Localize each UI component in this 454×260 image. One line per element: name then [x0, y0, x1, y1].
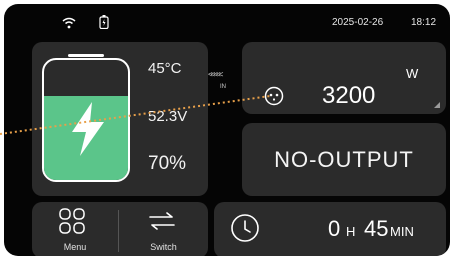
device-screen: 2025-02-26 18:12 45°C 52.3V 70% <<<<< IN: [0, 0, 454, 260]
timer-hours-value: 0: [328, 216, 341, 241]
input-power-value: 3200: [322, 82, 376, 109]
output-panel[interactable]: NO-OUTPUT: [242, 123, 446, 196]
input-power-unit: W: [406, 66, 419, 81]
menu-button[interactable]: Menu: [32, 202, 118, 256]
panel-corner-indicator: [434, 102, 440, 108]
clock-icon: [231, 214, 259, 242]
timer-minutes-value: 45: [364, 216, 389, 241]
input-power-panel[interactable]: 3200 W: [242, 42, 446, 114]
output-status: NO-OUTPUT: [274, 147, 414, 172]
wifi-icon: [62, 17, 76, 29]
status-date: 2025-02-26: [332, 17, 384, 28]
battery-gauge: [42, 58, 130, 182]
battery-percentage: 70%: [148, 153, 187, 174]
timer-hours-unit: H: [346, 224, 356, 239]
display-bezel: 2025-02-26 18:12 45°C 52.3V 70% <<<<< IN: [4, 4, 450, 256]
switch-button[interactable]: Switch: [119, 202, 208, 256]
input-direction-label: IN: [220, 84, 226, 90]
status-bar: 2025-02-26 18:12: [4, 4, 450, 38]
switch-label: Switch: [150, 242, 177, 252]
grid-menu-icon: [59, 208, 85, 234]
battery-cap: [68, 54, 104, 57]
input-direction-arrows: <<<<<: [208, 70, 223, 79]
status-time: 18:12: [411, 17, 437, 28]
nav-panel: Menu Switch: [32, 202, 208, 256]
battery-temperature: 45°C: [148, 60, 182, 77]
battery-panel: 45°C 52.3V 70%: [32, 42, 208, 196]
ac-plug-icon: [264, 86, 284, 106]
lightning-bolt-icon: [72, 102, 104, 156]
timer-panel: 0 H 45 MIN: [214, 202, 446, 256]
swap-arrows-icon: [149, 212, 175, 230]
menu-label: Menu: [63, 242, 87, 252]
timer-minutes-unit: MIN: [390, 224, 414, 239]
battery-status-icon: [99, 15, 109, 29]
battery-voltage: 52.3V: [148, 108, 188, 125]
